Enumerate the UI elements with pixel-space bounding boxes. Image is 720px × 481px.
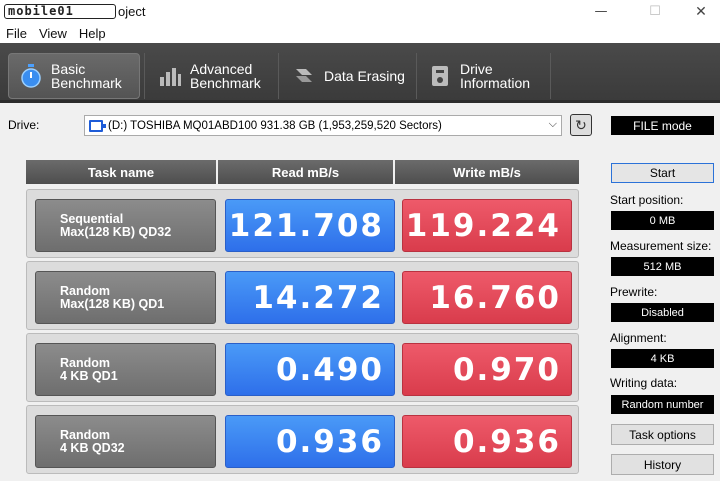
- write-value-rnd-max-q1: 16.760: [402, 271, 572, 324]
- tab-basic-line2: Benchmark: [51, 75, 122, 91]
- drive-icon: [89, 119, 106, 132]
- drive-label: Drive:: [8, 118, 40, 132]
- measurement-size-label: Measurement size:: [610, 239, 712, 253]
- refresh-icon: ↻: [575, 116, 587, 133]
- task-button-rnd-4k-q1[interactable]: Random 4 KB QD1: [35, 343, 216, 396]
- result-row-rnd-max-q1: Random Max(128 KB) QD1 14.272 16.760: [26, 261, 579, 330]
- refresh-button[interactable]: ↻: [570, 114, 592, 136]
- menu-bar: File View Help: [0, 23, 720, 43]
- toolbar-separator: [278, 53, 279, 99]
- minimize-button[interactable]: —: [578, 0, 624, 23]
- app-logo: mobile01 oject: [4, 3, 145, 20]
- header-write: Write mB/s: [395, 160, 579, 184]
- menu-view[interactable]: View: [33, 26, 73, 41]
- file-mode-indicator[interactable]: FILE mode: [611, 116, 714, 135]
- result-row-rnd-4k-q1: Random 4 KB QD1 0.490 0.970: [26, 333, 579, 402]
- close-button[interactable]: ✕: [678, 0, 720, 23]
- logo-text: mobile01: [4, 4, 116, 19]
- toolbar-separator: [550, 53, 551, 99]
- write-value-rnd-4k-q1: 0.970: [402, 343, 572, 396]
- write-value-rnd-4k-q32: 0.936: [402, 415, 572, 468]
- header-read: Read mB/s: [218, 160, 395, 184]
- tab-drive-line2: Information: [460, 75, 531, 91]
- history-button[interactable]: History: [611, 454, 714, 475]
- start-button[interactable]: Start: [611, 163, 714, 183]
- toolbar-divider: [0, 100, 720, 103]
- read-value-rnd-4k-q32: 0.936: [225, 415, 395, 468]
- prewrite-label: Prewrite:: [610, 285, 658, 299]
- tab-drive-information[interactable]: Drive Information: [418, 53, 548, 99]
- start-position-value[interactable]: 0 MB: [611, 211, 714, 230]
- result-row-seq-q32: Sequential Max(128 KB) QD32 121.708 119.…: [26, 189, 579, 258]
- writing-data-label: Writing data:: [610, 376, 678, 390]
- title-bar: mobile01 oject — ☐ ✕: [0, 0, 720, 23]
- read-value-rnd-max-q1: 14.272: [225, 271, 395, 324]
- drive-select[interactable]: (D:) TOSHIBA MQ01ABD100 931.38 GB (1,953…: [84, 115, 562, 136]
- task-options-button[interactable]: Task options: [611, 424, 714, 445]
- maximize-button[interactable]: ☐: [632, 0, 678, 23]
- task-button-seq-q32[interactable]: Sequential Max(128 KB) QD32: [35, 199, 216, 252]
- menu-help[interactable]: Help: [73, 26, 112, 41]
- start-position-label: Start position:: [610, 193, 684, 207]
- tab-data-erasing[interactable]: Data Erasing: [282, 53, 412, 99]
- results-header: Task name Read mB/s Write mB/s: [26, 160, 579, 184]
- tab-basic-benchmark[interactable]: Basic Benchmark: [8, 53, 140, 99]
- read-value-rnd-4k-q1: 0.490: [225, 343, 395, 396]
- drive-info-icon: [428, 64, 452, 88]
- tab-erasing-line1: Data Erasing: [324, 68, 405, 84]
- tab-advanced-benchmark[interactable]: Advanced Benchmark: [148, 53, 274, 99]
- drive-selected-value: (D:) TOSHIBA MQ01ABD100 931.38 GB (1,953…: [108, 119, 442, 132]
- writing-data-value[interactable]: Random number: [611, 395, 714, 414]
- eraser-icon: [292, 64, 316, 88]
- menu-file[interactable]: File: [0, 26, 33, 41]
- chevron-down-icon: ⌵: [548, 118, 557, 130]
- bar-chart-icon: [158, 64, 182, 88]
- task-button-rnd-max-q1[interactable]: Random Max(128 KB) QD1: [35, 271, 216, 324]
- alignment-value[interactable]: 4 KB: [611, 349, 714, 368]
- main-toolbar: Basic Benchmark Advanced Benchmark Data Er…: [0, 43, 720, 103]
- prewrite-value[interactable]: Disabled: [611, 303, 714, 322]
- header-task-name: Task name: [26, 160, 218, 184]
- task-button-rnd-4k-q32[interactable]: Random 4 KB QD32: [35, 415, 216, 468]
- toolbar-separator: [144, 53, 145, 99]
- read-value-seq-q32: 121.708: [225, 199, 395, 252]
- stopwatch-icon: [19, 64, 43, 88]
- toolbar-separator: [416, 53, 417, 99]
- write-value-seq-q32: 119.224: [402, 199, 572, 252]
- tab-advanced-line2: Benchmark: [190, 75, 261, 91]
- window-title: oject: [118, 4, 146, 19]
- result-row-rnd-4k-q32: Random 4 KB QD32 0.936 0.936: [26, 405, 579, 474]
- measurement-size-value[interactable]: 512 MB: [611, 257, 714, 276]
- alignment-label: Alignment:: [610, 331, 667, 345]
